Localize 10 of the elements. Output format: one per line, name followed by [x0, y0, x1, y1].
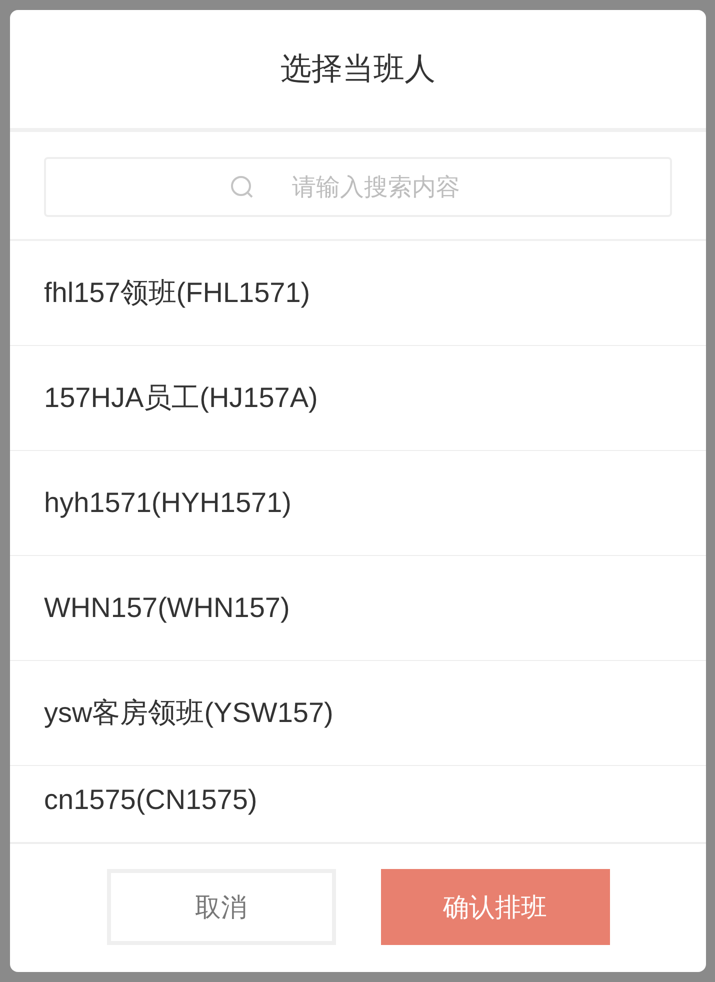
cancel-button[interactable]: 取消	[106, 869, 336, 945]
person-item[interactable]: hyh1571(HYH1571)	[10, 451, 706, 556]
dialog-title: 选择当班人	[10, 10, 706, 132]
person-item[interactable]: ysw客房领班(YSW157)	[10, 661, 706, 766]
person-item[interactable]: 157HJA员工(HJ157A)	[10, 346, 706, 451]
person-item[interactable]: cn1575(CN1575)	[10, 766, 706, 816]
person-item[interactable]: WHN157(WHN157)	[10, 556, 706, 661]
search-field[interactable]: 请输入搜索内容	[44, 157, 672, 217]
person-item[interactable]: fhl157领班(FHL1571)	[10, 241, 706, 346]
search-icon	[230, 175, 254, 199]
